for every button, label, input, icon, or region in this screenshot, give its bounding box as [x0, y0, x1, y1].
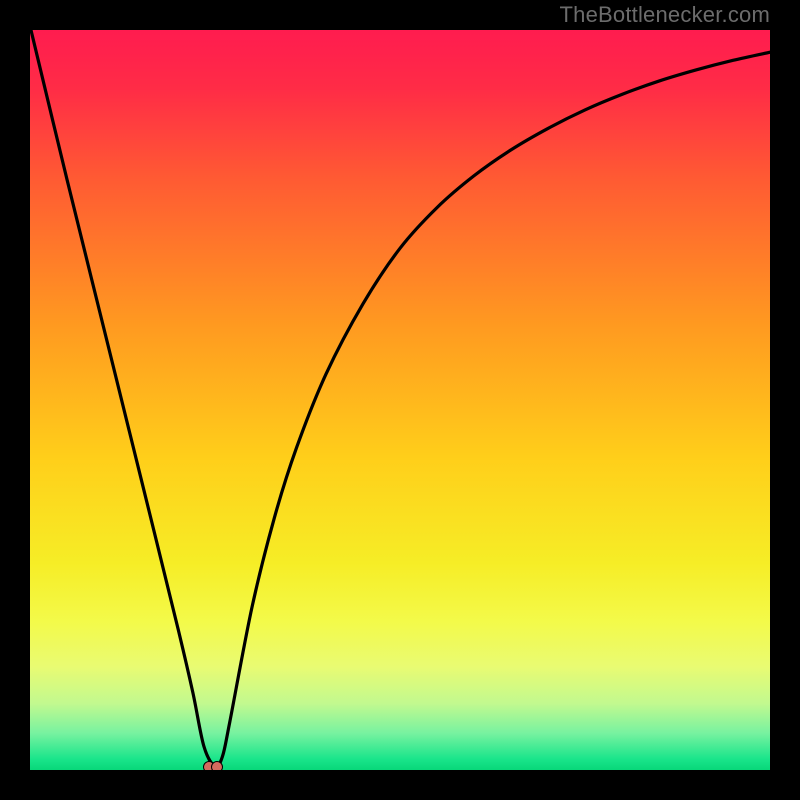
chart-frame: TheBottlenecker.com	[0, 0, 800, 800]
data-point-marker	[211, 761, 223, 770]
bottleneck-curve	[30, 30, 770, 770]
plot-area	[30, 30, 770, 770]
watermark-text: TheBottlenecker.com	[560, 2, 770, 28]
